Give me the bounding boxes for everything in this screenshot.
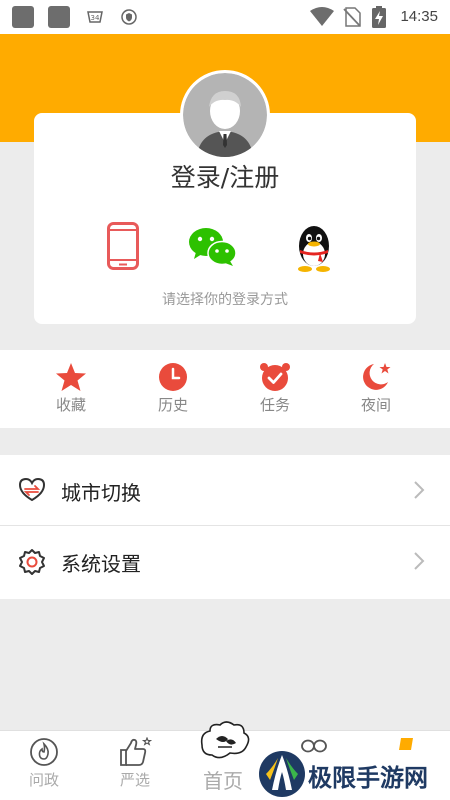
quick-action-tasks[interactable]: 任务 (240, 362, 310, 415)
status-time: 14:35 (400, 8, 438, 25)
battery-charging-icon (372, 6, 386, 28)
login-method-hint: 请选择你的登录方式 (162, 292, 288, 308)
nav-tab-label: 问政 (28, 771, 59, 789)
watermark-logo-icon (259, 751, 305, 797)
nav-tab-label: 严选 (119, 771, 150, 789)
menu-item-label: 系统设置 (61, 552, 141, 576)
menu-item-label: 城市切换 (61, 481, 141, 505)
login-register-title[interactable]: 登录/注册 (0, 158, 450, 194)
chevron-right-icon (414, 481, 425, 499)
nav-tab-home-label[interactable]: 首页 (203, 765, 243, 794)
app-icon (48, 6, 70, 28)
quick-action-night-mode[interactable]: 夜间 (341, 362, 411, 415)
alarm-icon (260, 363, 290, 391)
quick-action-label: 历史 (157, 396, 188, 414)
wifi-icon (310, 7, 334, 26)
settings-menu-list: 城市切换 系统设置 (0, 455, 450, 599)
clock-icon (159, 363, 187, 391)
chevron-right-icon (414, 552, 425, 570)
avatar[interactable] (180, 70, 270, 160)
app-icon (12, 6, 34, 28)
quick-actions-row: 收藏 历史 任务 夜间 (0, 350, 450, 428)
quick-action-label: 夜间 (360, 396, 391, 414)
quick-action-history[interactable]: 历史 (138, 362, 208, 415)
qq-icon[interactable] (294, 224, 334, 272)
moon-icon (363, 363, 391, 390)
quick-action-favorites[interactable]: 收藏 (36, 362, 106, 415)
wechat-icon[interactable] (188, 227, 238, 267)
nav-tab-yanxuan[interactable]: 严选 (105, 737, 165, 790)
thumbs-up-icon (120, 737, 152, 766)
notification-icon: 34 (87, 11, 103, 23)
shield-icon (121, 9, 137, 25)
city-switch-icon (18, 477, 46, 502)
star-icon (56, 363, 86, 391)
settings-gear-icon (19, 549, 45, 575)
fire-badge-icon (30, 738, 58, 766)
quick-action-label: 收藏 (55, 396, 86, 414)
watermark-text: 极限手游网 (308, 764, 428, 792)
default-user-avatar-icon (183, 73, 267, 157)
home-icon[interactable] (198, 719, 252, 765)
quick-action-label: 任务 (259, 396, 290, 414)
status-bar: 34 14:35 (0, 0, 450, 34)
svg-text:34: 34 (91, 14, 100, 22)
watermark: 极限手游网 (258, 748, 450, 800)
no-sim-icon (343, 7, 361, 27)
menu-item-city-switch[interactable]: 城市切换 (0, 455, 450, 526)
nav-tab-wenzheng[interactable]: 问政 (14, 737, 74, 790)
phone-icon[interactable] (107, 222, 139, 270)
menu-item-system-settings[interactable]: 系统设置 (0, 526, 450, 599)
